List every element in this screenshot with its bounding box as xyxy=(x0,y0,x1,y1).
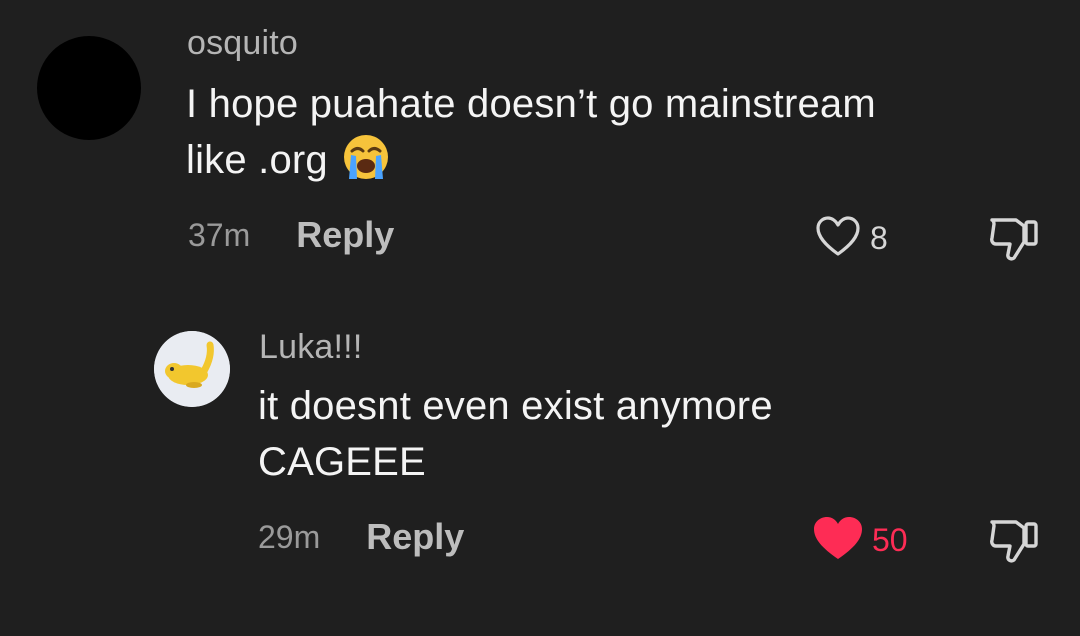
like-count: 50 xyxy=(872,522,908,558)
comment-meta: 29m Reply xyxy=(258,516,464,558)
comment-meta: 37m Reply xyxy=(188,214,394,256)
next-comment-peek xyxy=(258,622,418,636)
comment-text-line: I hope puahate doesn’t go mainstream xyxy=(186,82,876,126)
comment-author[interactable]: Luka!!! xyxy=(259,328,362,367)
comment-text-line: CAGEEE xyxy=(258,440,426,484)
comment-text: it doesnt even exist anymore CAGEEE xyxy=(258,378,773,490)
thumbs-down-icon xyxy=(986,218,1042,268)
comment-text-line: like .org xyxy=(186,132,876,196)
avatar[interactable] xyxy=(154,331,230,407)
avatar[interactable] xyxy=(37,36,141,140)
comment-text-line: it doesnt even exist anymore xyxy=(258,384,773,428)
like-button[interactable]: 8 xyxy=(814,214,888,263)
comment-text-fragment: like .org xyxy=(186,138,328,182)
comment-text: I hope puahate doesn’t go mainstream lik… xyxy=(186,76,876,196)
loudly-crying-face-emoji-icon xyxy=(342,133,390,196)
thumbs-down-icon xyxy=(986,520,1042,570)
reply-button[interactable]: Reply xyxy=(296,214,394,256)
like-button[interactable]: 50 xyxy=(812,515,908,566)
heart-outline-icon xyxy=(814,214,862,263)
comment-author[interactable]: osquito xyxy=(187,24,298,63)
heart-filled-icon xyxy=(812,515,864,566)
dislike-button[interactable] xyxy=(986,514,1042,571)
like-count: 8 xyxy=(870,220,888,256)
timestamp: 29m xyxy=(258,518,321,555)
reply-button[interactable]: Reply xyxy=(366,516,464,558)
timestamp: 37m xyxy=(188,216,251,253)
dislike-button[interactable] xyxy=(986,212,1042,269)
